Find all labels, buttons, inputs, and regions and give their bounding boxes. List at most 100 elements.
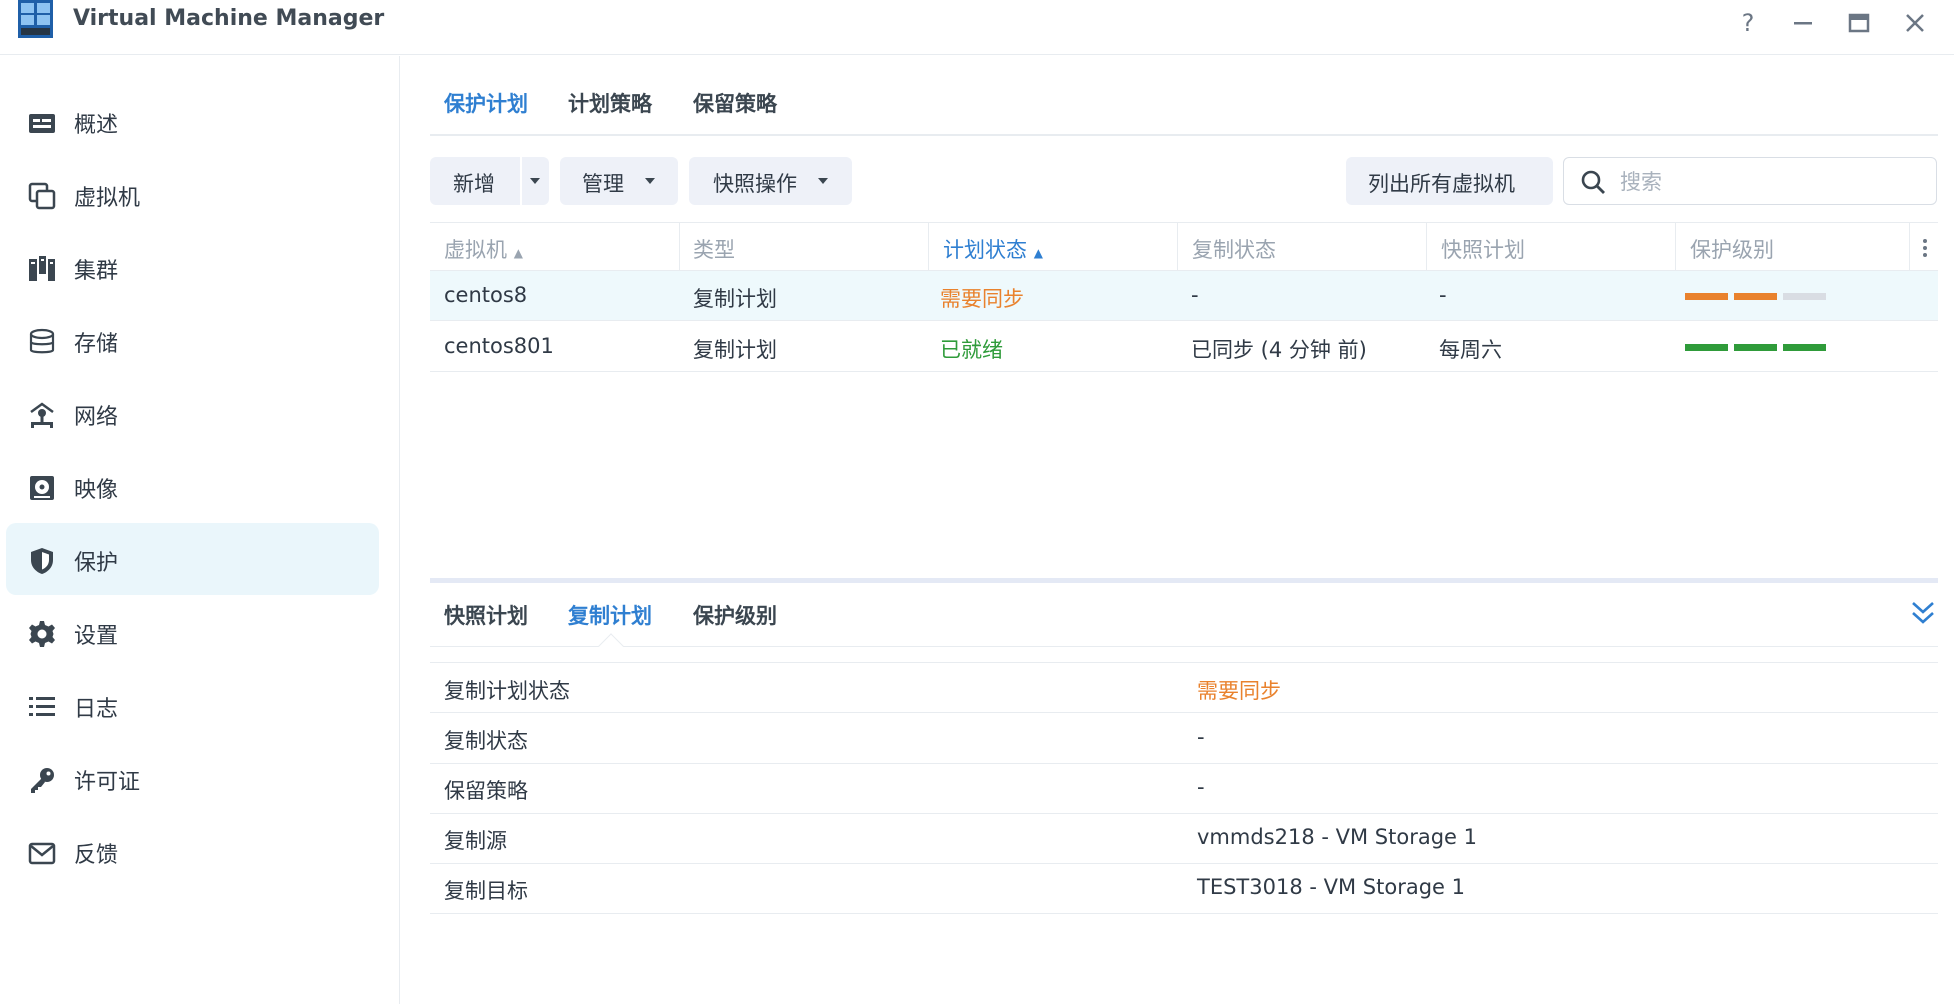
tab-protection-level[interactable]: 保护级别 [693,600,777,630]
chevron-down-icon [818,178,828,184]
key-icon [31,768,54,793]
toolbar: 新增 管理 快照操作 列出所有虚拟机 [430,157,1938,207]
maximize-icon [1848,13,1870,33]
sidebar-item-virtual-machine[interactable]: 虚拟机 [6,158,379,230]
chevron-down-icon [645,178,655,184]
property-value: 需要同步 [1197,679,1281,703]
sidebar-item-storage[interactable]: 存储 [6,304,379,376]
sidebar-item-image[interactable]: 映像 [6,450,379,522]
column-divider [1909,223,1910,271]
minimize-button[interactable] [1786,6,1820,40]
network-icon [30,402,54,428]
close-icon [1906,14,1924,32]
sidebar-item-label: 网络 [74,405,119,430]
property-value: - [1197,775,1205,799]
sidebar-item-network[interactable]: 网络 [6,377,379,449]
property-value: TEST3018 - VM Storage 1 [1197,875,1465,899]
column-label: 类型 [693,238,735,262]
sidebar: 概述 虚拟机 集群 存储 网络 映像 保护 设置 日志 许可证 反馈 [0,56,400,1004]
column-label: 虚拟机 [444,238,507,262]
tab-schedule-policy[interactable]: 计划策略 [568,88,652,118]
sidebar-item-label: 映像 [74,478,119,503]
property-key: 保留策略 [444,779,528,803]
property-row: 保留策略 - [430,763,1938,814]
list-all-vms-button[interactable]: 列出所有虚拟机 [1346,157,1553,205]
column-header-type[interactable]: 类型 [693,234,735,264]
active-tab-pointer [598,633,624,659]
column-header-vm[interactable]: 虚拟机 ▲ [444,234,523,264]
collapse-chevron-icon[interactable] [1910,599,1936,629]
column-header-snapshot-plan[interactable]: 快照计划 [1441,234,1525,264]
list-icon [29,697,55,716]
add-split-button: 新增 [430,157,549,205]
overview-card-icon [29,114,55,133]
add-dropdown-button[interactable] [522,157,549,205]
main-tabs: 保护计划 计划策略 保留策略 [430,80,1938,136]
tab-replication-plan[interactable]: 复制计划 [568,600,652,630]
manage-button[interactable]: 管理 [560,157,678,205]
search-input[interactable] [1620,168,1920,196]
app-title: Virtual Machine Manager [73,6,385,31]
property-key: 复制状态 [444,729,528,753]
sidebar-item-feedback[interactable]: 反馈 [6,815,379,887]
property-key: 复制目标 [444,879,528,903]
property-value: - [1197,725,1205,749]
cell-plan-status: 需要同步 [940,287,1024,311]
virtual-machine-icon [28,182,56,210]
help-button[interactable]: ? [1731,6,1765,40]
detail-tabs: 快照计划 复制计划 保护级别 [430,585,1938,659]
property-value: vmmds218 - VM Storage 1 [1197,825,1477,849]
protection-segment [1685,344,1728,351]
tab-retention-policy[interactable]: 保留策略 [693,88,777,118]
protection-segment [1685,293,1728,300]
tab-protection-plan[interactable]: 保护计划 [444,88,528,118]
maximize-button[interactable] [1842,6,1876,40]
manage-button-label: 管理 [582,172,624,196]
snapshot-operations-label: 快照操作 [713,172,797,196]
tab-snapshot-plan[interactable]: 快照计划 [444,600,528,630]
column-options-icon[interactable] [1920,237,1930,259]
cell-snapshot-plan: - [1439,283,1447,307]
minimize-icon [1794,22,1812,25]
column-header-plan-status[interactable]: 计划状态 ▲ [943,234,1043,264]
snapshot-operations-button[interactable]: 快照操作 [689,157,852,205]
property-row: 复制计划状态 需要同步 [430,662,1938,713]
panel-splitter[interactable] [430,578,1938,583]
protection-segment [1783,344,1826,351]
add-button[interactable]: 新增 [430,157,520,205]
image-disc-icon [30,476,54,500]
cell-replication-status: 已同步 (4 分钟 前) [1191,338,1367,362]
close-button[interactable] [1898,6,1932,40]
mail-icon [28,842,56,865]
search-box [1563,157,1937,205]
sidebar-item-cluster[interactable]: 集群 [6,231,379,303]
cell-plan-status: 已就绪 [940,338,1003,362]
table-row[interactable]: centos8 复制计划 需要同步 - - [430,271,1938,321]
column-label: 复制状态 [1192,238,1276,262]
cell-vm: centos8 [444,283,528,307]
vmm-grid-icon [18,0,53,38]
sidebar-item-license[interactable]: 许可证 [6,742,379,814]
list-all-vms-label: 列出所有虚拟机 [1368,172,1515,196]
table-row[interactable]: centos801 复制计划 已就绪 已同步 (4 分钟 前) 每周六 [430,322,1938,372]
column-label: 计划状态 [943,238,1027,262]
property-row: 复制目标 TEST3018 - VM Storage 1 [430,863,1938,914]
title-bar: Virtual Machine Manager ? [0,0,1954,55]
column-divider [679,223,680,271]
sidebar-item-settings[interactable]: 设置 [6,596,379,668]
column-divider [1177,223,1178,271]
column-divider [1426,223,1427,271]
column-header-replication-status[interactable]: 复制状态 [1192,234,1276,264]
table-header: 虚拟机 ▲ 类型 计划状态 ▲ 复制状态 快照计划 保护级别 [430,222,1938,271]
column-header-protection-level[interactable]: 保护级别 [1690,234,1774,264]
sidebar-item-label: 设置 [74,624,119,649]
cell-replication-status: - [1191,283,1199,307]
sidebar-item-label: 集群 [74,259,119,284]
sidebar-item-log[interactable]: 日志 [6,669,379,741]
sidebar-item-label: 概述 [74,113,119,138]
column-label: 保护级别 [1690,238,1774,262]
sidebar-item-overview[interactable]: 概述 [6,85,379,157]
property-row: 复制状态 - [430,713,1938,764]
property-row: 复制源 vmmds218 - VM Storage 1 [430,813,1938,864]
sidebar-item-protection[interactable]: 保护 [6,523,379,595]
